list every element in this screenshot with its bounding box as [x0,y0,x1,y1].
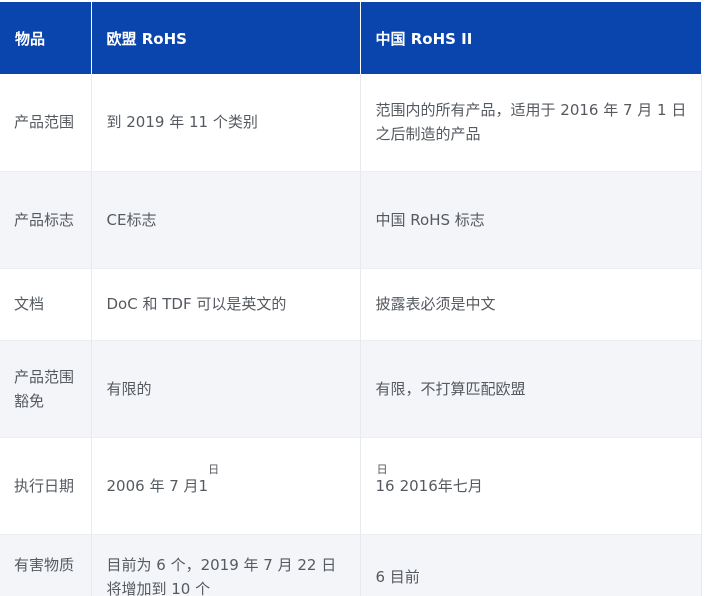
eu-date-text: 2006 年 7 月1 [106,476,209,495]
rohs-comparison-page: 物品 欧盟 RoHS 中国 RoHS II 产品范围 到 2019 年 11 个… [0,0,714,596]
item-cell: 文档 [0,268,92,340]
eu-cell: 2006 年 7 月1日 [91,437,361,534]
cn-cell: 16日2016年七月 [360,437,702,534]
eu-cell: 目前为 6 个，2019 年 7 月 22 日将增加到 10 个 [91,534,361,596]
cn-cell: 有限，不打算匹配欧盟 [360,340,702,437]
cn-cell: 中国 RoHS 标志 [360,171,702,268]
cn-date-day: 16 [375,476,395,495]
cn-cell: 披露表必须是中文 [360,268,702,340]
item-cell: 产品范围 [0,74,92,171]
eu-cell: DoC 和 TDF 可以是英文的 [91,268,361,340]
header-china-rohs: 中国 RoHS II [360,2,701,74]
item-cell: 执行日期 [0,437,92,534]
table-row: 有害物质 目前为 6 个，2019 年 7 月 22 日将增加到 10 个 6 … [0,534,702,596]
table-row: 文档 DoC 和 TDF 可以是英文的 披露表必须是中文 [0,268,702,340]
cn-cell: 6 目前 [360,534,702,596]
item-cell: 产品标志 [0,171,92,268]
table-row: 产品范围豁免 有限的 有限，不打算匹配欧盟 [0,340,702,437]
eu-cell: 到 2019 年 11 个类别 [91,74,361,171]
item-cell: 产品范围豁免 [0,340,92,437]
table-row: 产品范围 到 2019 年 11 个类别 范围内的所有产品，适用于 2016 年… [0,74,702,171]
header-item: 物品 [0,2,92,74]
table-row: 执行日期 2006 年 7 月1日 16日2016年七月 [0,437,702,534]
cn-date-text: 2016年七月 [399,476,483,495]
table-row: 产品标志 CE标志 中国 RoHS 标志 [0,171,702,268]
eu-cell: 有限的 [91,340,361,437]
cn-cell: 范围内的所有产品，适用于 2016 年 7 月 1 日之后制造的产品 [360,74,702,171]
header-eu-rohs: 欧盟 RoHS [91,2,361,74]
table-header-row: 物品 欧盟 RoHS 中国 RoHS II [0,2,701,74]
eu-cell: CE标志 [91,171,361,268]
item-cell: 有害物质 [0,534,92,596]
rohs-comparison-table: 物品 欧盟 RoHS 中国 RoHS II 产品范围 到 2019 年 11 个… [0,2,702,596]
